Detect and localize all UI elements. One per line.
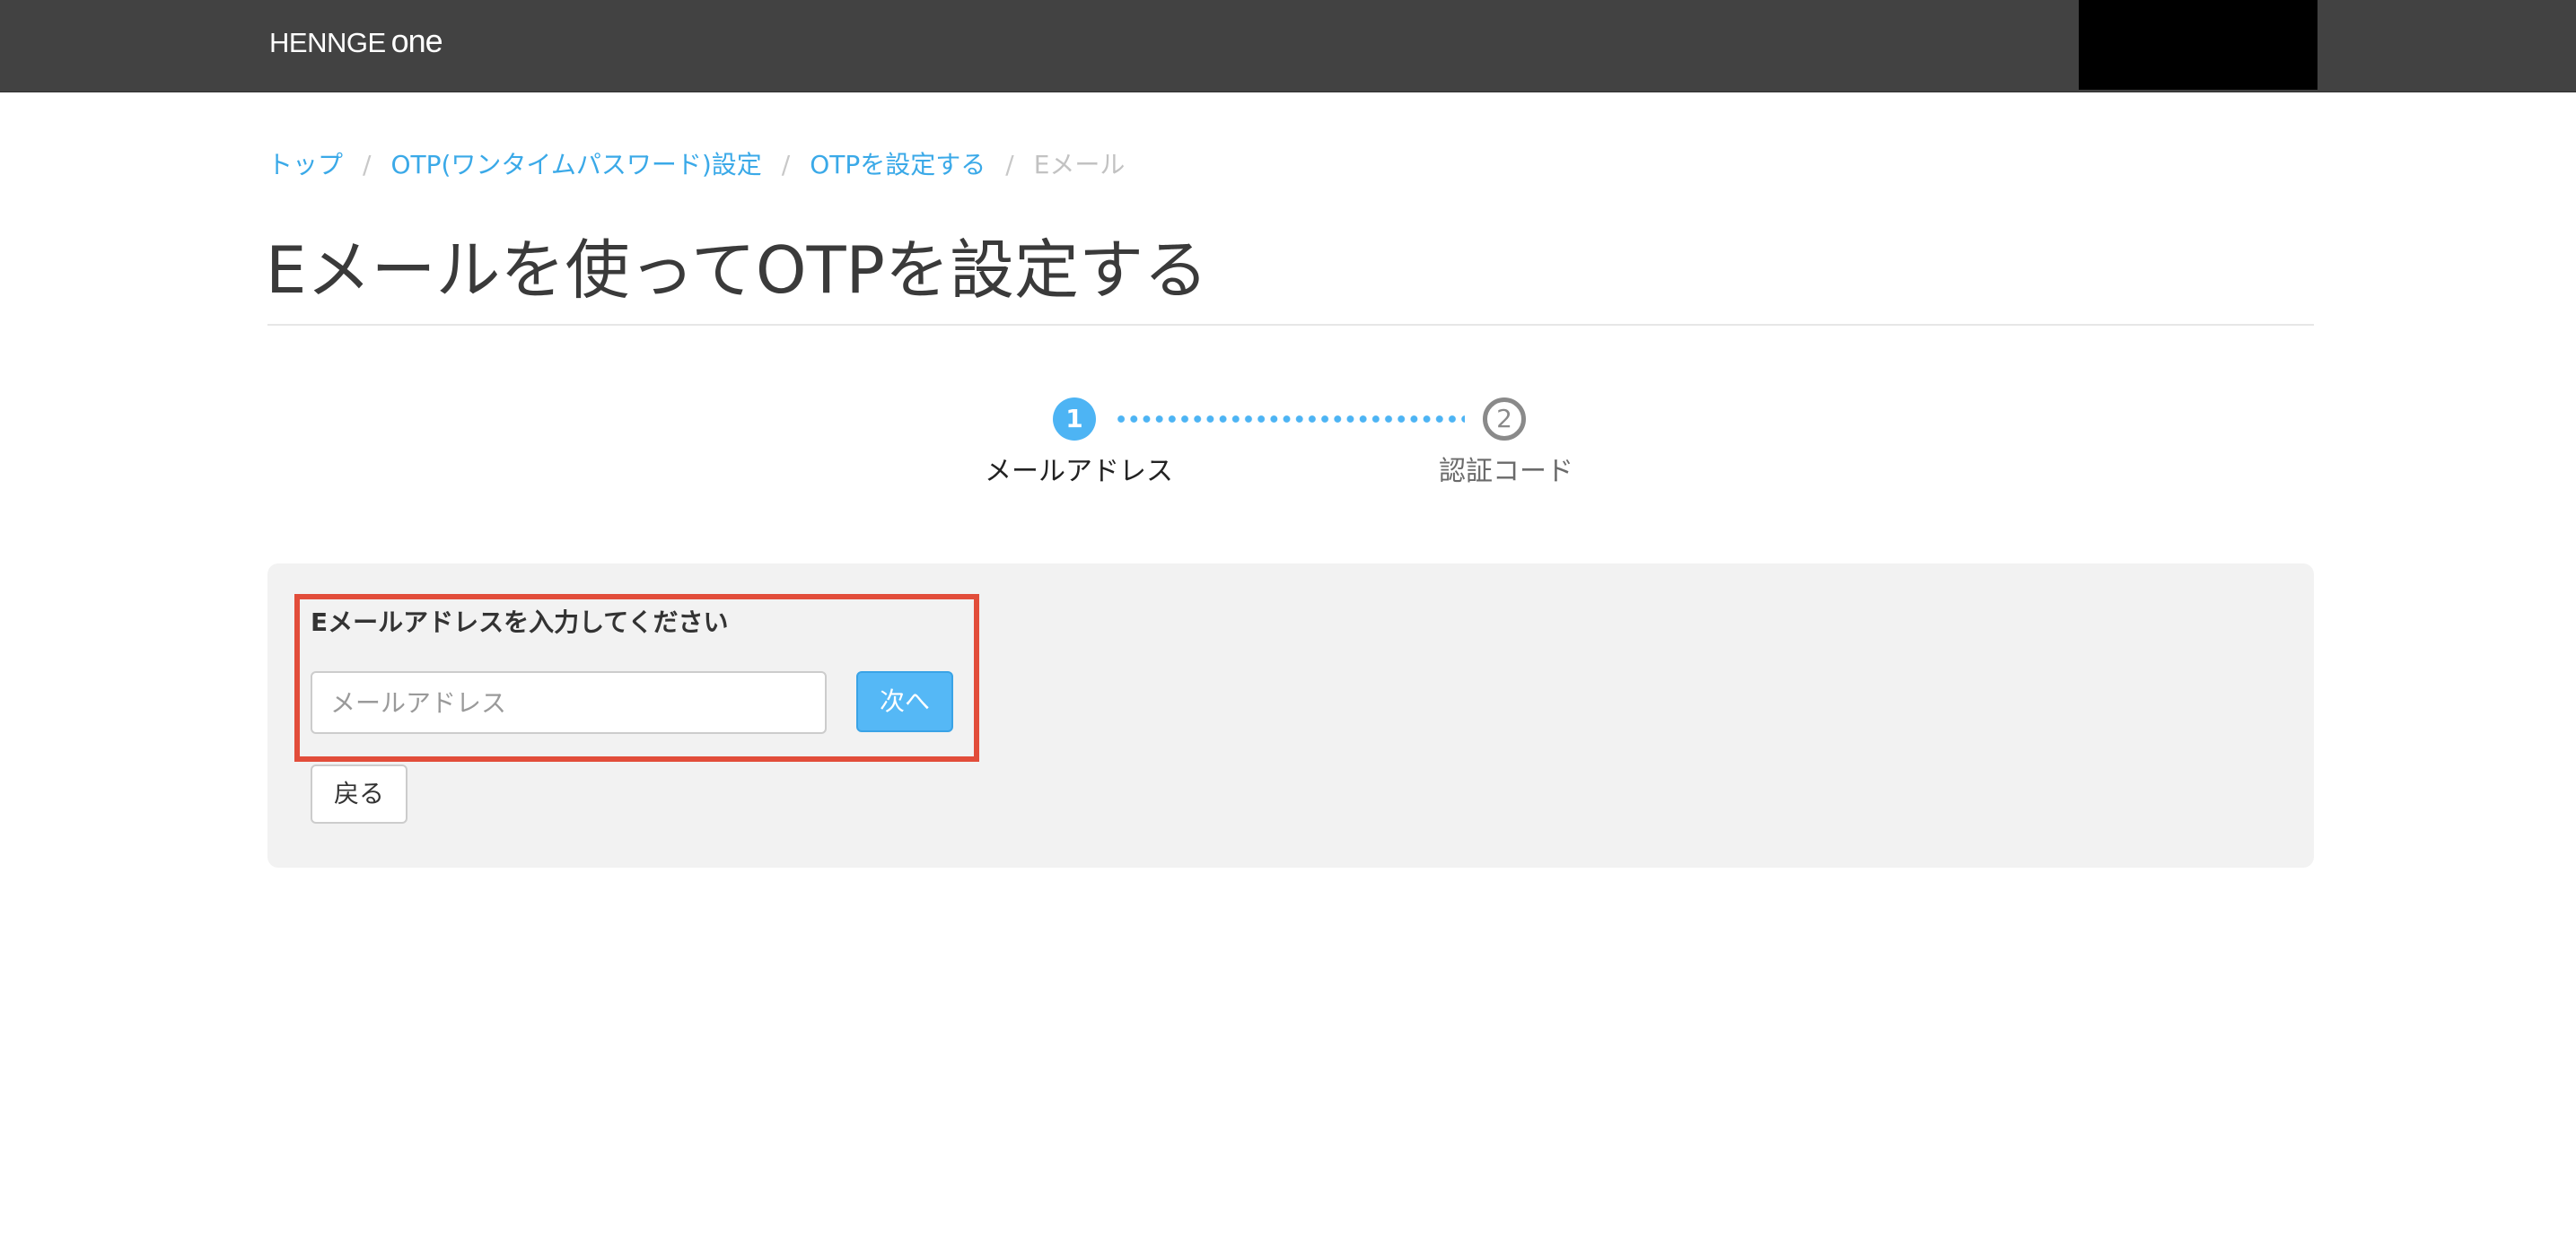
back-button[interactable]: 戻る: [311, 764, 407, 824]
breadcrumb-separator: /: [781, 150, 791, 179]
email-address-input[interactable]: [311, 671, 827, 734]
user-menu-redacted[interactable]: [2079, 0, 2318, 90]
breadcrumb-separator: /: [363, 150, 372, 179]
email-field-label: Eメールアドレスを入力してください: [311, 607, 729, 637]
step-2-label: 認証コード: [1439, 456, 1573, 487]
breadcrumb-link-otp-settings[interactable]: OTP(ワンタイムパスワード)設定: [390, 150, 761, 179]
title-divider: [267, 324, 2314, 326]
brand-logo-main: HENNGE: [269, 27, 386, 58]
breadcrumb-separator: /: [1005, 150, 1014, 179]
step-connector-dots: [1115, 415, 1465, 423]
breadcrumb-link-set-otp[interactable]: OTPを設定する: [810, 150, 986, 179]
breadcrumb-link-top[interactable]: トップ: [267, 150, 343, 179]
brand-logo[interactable]: HENNGE one: [269, 22, 443, 59]
step-1-circle: 1: [1053, 397, 1096, 441]
next-button[interactable]: 次へ: [856, 671, 953, 732]
breadcrumb: トップ / OTP(ワンタイムパスワード)設定 / OTPを設定する / Eメール: [267, 145, 1125, 185]
brand-logo-sub: one: [390, 22, 443, 59]
step-2-circle: 2: [1483, 397, 1526, 441]
step-1-label: メールアドレス: [985, 456, 1173, 487]
breadcrumb-current-email: Eメール: [1033, 150, 1126, 179]
page-title: Eメールを使ってOTPを設定する: [266, 232, 1208, 308]
top-navbar: HENNGE one: [0, 0, 2576, 92]
